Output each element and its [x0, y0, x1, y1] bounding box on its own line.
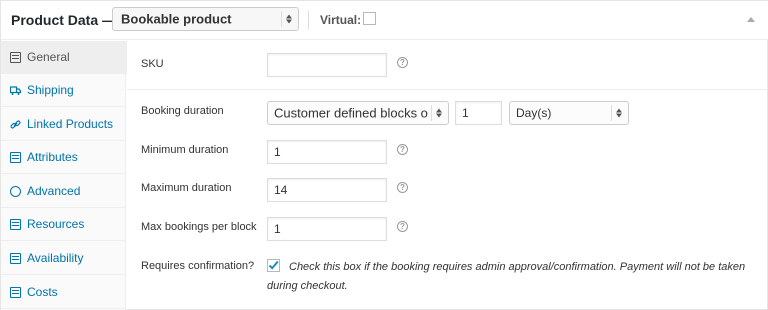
- product-type-value: Bookable product: [121, 11, 232, 27]
- virtual-label: Virtual:: [320, 13, 362, 27]
- help-icon[interactable]: ?: [397, 144, 408, 155]
- duration-unit-value: Day(s): [516, 106, 552, 120]
- calendar-icon: [10, 286, 21, 298]
- help-icon[interactable]: ?: [397, 221, 408, 232]
- confirmation-description-cont: during checkout.: [267, 280, 348, 292]
- calendar-icon: [10, 252, 21, 264]
- tab-label: Attributes: [27, 150, 78, 164]
- sidebar: General Shipping Linked Products Attribu…: [1, 41, 127, 310]
- sku-input[interactable]: [267, 53, 387, 77]
- tab-linked-products[interactable]: Linked Products: [1, 108, 126, 141]
- virtual-checkbox[interactable]: [363, 12, 376, 25]
- select-separator: [281, 11, 282, 27]
- sku-label: SKU: [141, 58, 164, 70]
- calendar-icon: [10, 218, 21, 230]
- list-icon: [10, 151, 21, 163]
- tab-resources[interactable]: Resources: [1, 208, 126, 241]
- tab-label: Resources: [27, 217, 85, 231]
- max-bookings-label: Max bookings per block: [141, 221, 257, 233]
- booking-duration-label: Booking duration: [141, 105, 224, 117]
- max-duration-input[interactable]: [267, 178, 387, 202]
- min-duration-label: Minimum duration: [141, 144, 229, 156]
- tab-availability[interactable]: Availability: [1, 242, 126, 275]
- min-duration-input[interactable]: [267, 140, 387, 164]
- tab-attributes[interactable]: Attributes: [1, 141, 126, 174]
- header-divider: [308, 11, 309, 29]
- max-bookings-input[interactable]: [267, 217, 387, 241]
- link-icon: [10, 119, 21, 130]
- tab-label: Availability: [27, 251, 84, 265]
- collapse-arrow-icon[interactable]: [747, 17, 755, 22]
- panel-header: Product Data — Bookable product Virtual:: [1, 1, 768, 40]
- select-separator: [431, 105, 432, 121]
- tab-shipping[interactable]: Shipping: [1, 74, 126, 107]
- requires-confirmation-checkbox[interactable]: [267, 259, 280, 272]
- section-divider: [127, 89, 768, 90]
- tab-general[interactable]: General: [1, 41, 127, 74]
- duration-type-value: Customer defined blocks of: [274, 105, 428, 121]
- tab-label: Costs: [27, 285, 58, 299]
- tab-costs[interactable]: Costs: [1, 276, 126, 309]
- select-arrows-icon: [435, 108, 443, 119]
- select-separator: [611, 105, 612, 121]
- help-icon[interactable]: ?: [397, 57, 408, 68]
- max-duration-label: Maximum duration: [141, 182, 232, 194]
- duration-amount-input[interactable]: [455, 101, 502, 125]
- truck-icon: [9, 85, 22, 96]
- tab-label: Shipping: [27, 83, 74, 97]
- help-icon[interactable]: ?: [397, 182, 408, 193]
- general-icon: [10, 51, 21, 63]
- panel-title: Product Data —: [11, 12, 117, 28]
- gear-icon: [10, 185, 21, 197]
- product-data-panel: Product Data — Bookable product Virtual:…: [0, 0, 768, 310]
- general-form: SKU ? Booking duration Customer defined …: [127, 41, 768, 310]
- product-type-select[interactable]: Bookable product: [112, 7, 299, 31]
- tab-label: General: [27, 50, 70, 64]
- duration-unit-select[interactable]: Day(s): [509, 101, 629, 125]
- select-arrows-icon: [615, 108, 623, 119]
- confirmation-description: Check this box if the booking requires a…: [289, 261, 746, 273]
- duration-type-select[interactable]: Customer defined blocks of: [267, 101, 449, 125]
- tab-label: Advanced: [27, 184, 81, 198]
- requires-confirmation-label: Requires confirmation?: [141, 260, 255, 272]
- select-arrows-icon: [285, 14, 293, 25]
- tab-label: Linked Products: [27, 117, 114, 131]
- tab-advanced[interactable]: Advanced: [1, 175, 126, 208]
